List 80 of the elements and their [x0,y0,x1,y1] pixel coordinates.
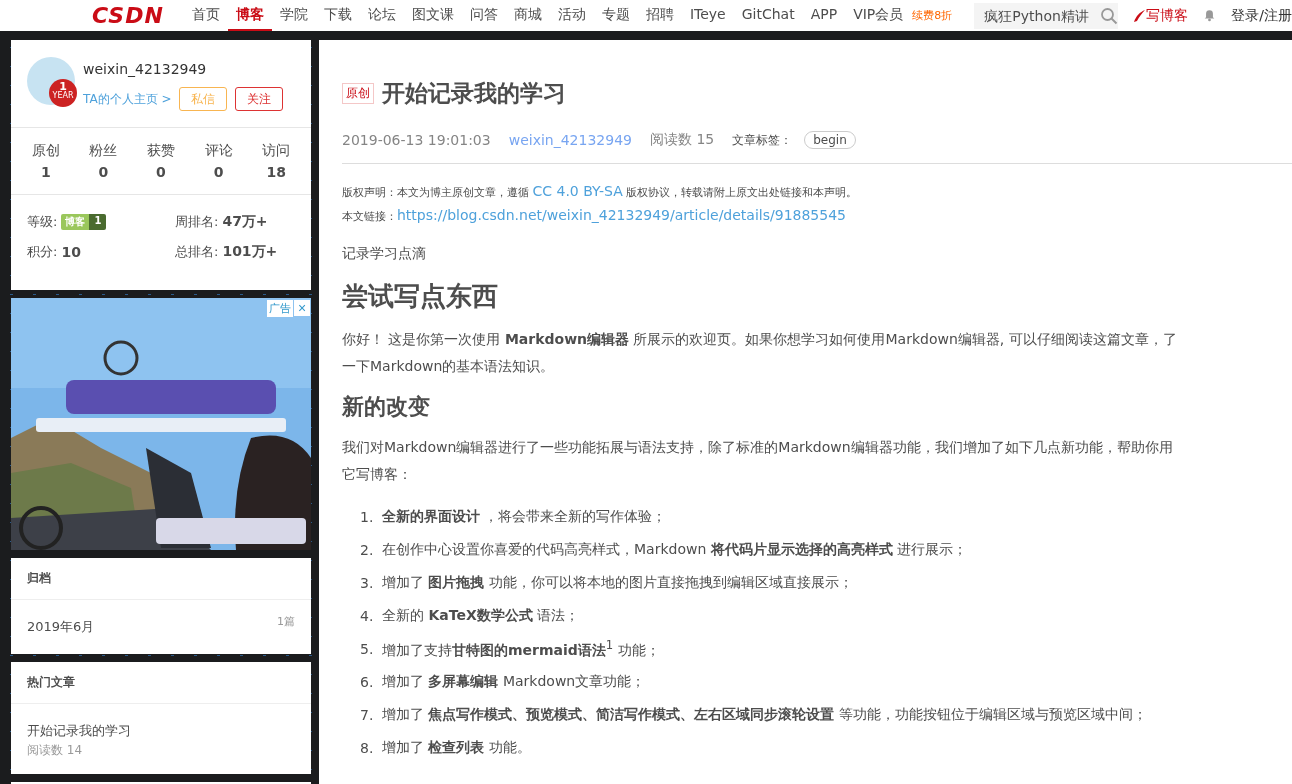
archive-link[interactable]: 2019年6月 [27,618,95,636]
nav-link[interactable]: 首页 [183,0,228,31]
nav-link[interactable]: ITeye [681,0,734,31]
list-number: 6. [360,673,375,690]
paragraph-line: 记录学习点滴 [342,244,427,263]
level-label: 等级: [27,213,58,231]
nav-link[interactable]: 下载 [315,0,360,31]
list-item: 增加了 焦点写作模式、预览模式、简洁写作模式、左右区域同步滚轮设置 等功能，功能按钮位于编辑区域与预览区域中间； [382,705,1147,724]
bell-icon[interactable] [1204,7,1216,24]
stat-value: 18 [266,164,286,180]
copyright-notice: 版权声明：本文为博主原创文章，遵循 CC 4.0 BY-SA 版权协议，转载请附上原文出处链接和本声明。 [342,182,859,201]
list-item: 增加了 图片拖拽 功能，你可以将本地的图片直接拖拽到编辑区域直接展示； [382,573,853,592]
article-title: 开始记录我的学习 [382,79,566,108]
subheading: 新的改变 [342,393,431,421]
nav-link[interactable]: 图文课 [403,0,462,31]
nav-link[interactable]: 活动 [549,0,594,31]
tags-label: 文章标签： [732,131,793,149]
discount-label: 续费8折 [912,8,953,23]
list-number: 1. [360,508,375,525]
list-item: 增加了 检查列表 功能。 [382,738,531,757]
stat-value: 0 [156,164,166,180]
list-number: 2. [360,541,375,558]
nav-link[interactable]: 专题 [593,0,638,31]
nav-link[interactable]: 学院 [271,0,316,31]
nav-link[interactable]: VIP会员 [845,0,912,31]
points-label: 积分: [27,243,58,261]
stat-label: 评论 [204,142,233,160]
follow-button[interactable]: 关注 [235,87,284,111]
section-title: 热门文章 [11,662,311,704]
rank-value: 101万+ [222,243,278,261]
stat-label: 原创 [31,142,60,160]
heading: 尝试写点东西 [342,280,499,313]
stat-value: 1 [40,164,51,180]
stat-label: 获赞 [147,142,175,160]
search-icon[interactable] [1100,6,1119,25]
nav-link[interactable]: 招聘 [637,0,682,31]
list-number: 4. [360,607,375,624]
article-link-line: 本文链接：https://blog.csdn.net/weixin_42132949/article/details/91885545 [342,206,847,225]
list-item: 在创作中心设置你喜爱的代码高亮样式，Markdown 将代码片显示选择的高亮样式 进行展示； [382,540,968,559]
nav-link[interactable]: 问答 [461,0,506,31]
list-number: 7. [360,706,375,723]
user-name: weixin_42132949 [83,61,208,77]
nav-link[interactable]: APP [802,0,846,31]
stat-value: 0 [213,164,224,180]
list-item: 全新的 KaTeX数学公式 语法； [382,606,580,625]
section-title: 归档 [11,558,311,600]
nav-link[interactable]: GitChat [733,0,803,31]
search-field[interactable]: 疯狂Python精讲 [974,2,1119,29]
list-item: 全新的界面设计 ，将会带来全新的写作体验； [382,507,667,526]
write-blog-link[interactable]: 写博客 [1132,6,1189,25]
year-badge: 1 YEAR [49,79,77,107]
rank-value: 47万+ [222,213,268,231]
stat-value: 0 [98,164,109,180]
read-count: 阅读数 14 [27,742,84,759]
pen-icon [1132,8,1147,23]
ad-label: 广告 [267,300,293,317]
publish-date: 2019-06-13 19:01:03 [342,132,491,148]
points-value: 10 [61,244,81,260]
article-link[interactable]: 开始记录我的学习 [27,722,295,740]
stat-label: 访问 [262,142,291,160]
rank-label: 总排名: [175,243,219,261]
original-tag: 原创 [342,83,374,104]
list-item: 增加了 多屏幕编辑 Markdown文章功能； [382,672,646,691]
paragraph-line: 你好！ 这是你第一次使用 Markdown编辑器 所展示的欢迎页。如果你想学习如何使用Markdown编辑器, 可以仔细阅读这篇文章，了 [342,330,1178,349]
stat-label: 粉丝 [89,142,118,160]
rank-label: 周排名: [175,213,219,231]
list-number: 5. [360,640,375,657]
paragraph-line: 我们对Markdown编辑器进行了一些功能拓展与语法支持，除了标准的Markdown编辑器功能，我们增加了如下几点新功能，帮助你用 [342,438,1174,457]
nav-link[interactable]: 商城 [505,0,550,31]
read-count: 阅读数 15 [649,131,715,149]
list-item: 增加了支持甘特图的mermaid语法$^{1}$ 功能； [382,637,660,660]
paragraph-line: 它写博客： [342,465,413,484]
nav-link[interactable]: 博客 [227,0,272,31]
list-number: 3. [360,574,375,591]
nav-link[interactable]: 论坛 [359,0,404,31]
list-number: 8. [360,739,375,756]
logo[interactable]: CSDN [92,3,164,28]
archive-count: 1篇 [277,614,295,630]
login-link[interactable]: 登录/注册 [1231,6,1292,25]
paragraph-line: 一下Markdown的基本语法知识。 [342,357,556,376]
